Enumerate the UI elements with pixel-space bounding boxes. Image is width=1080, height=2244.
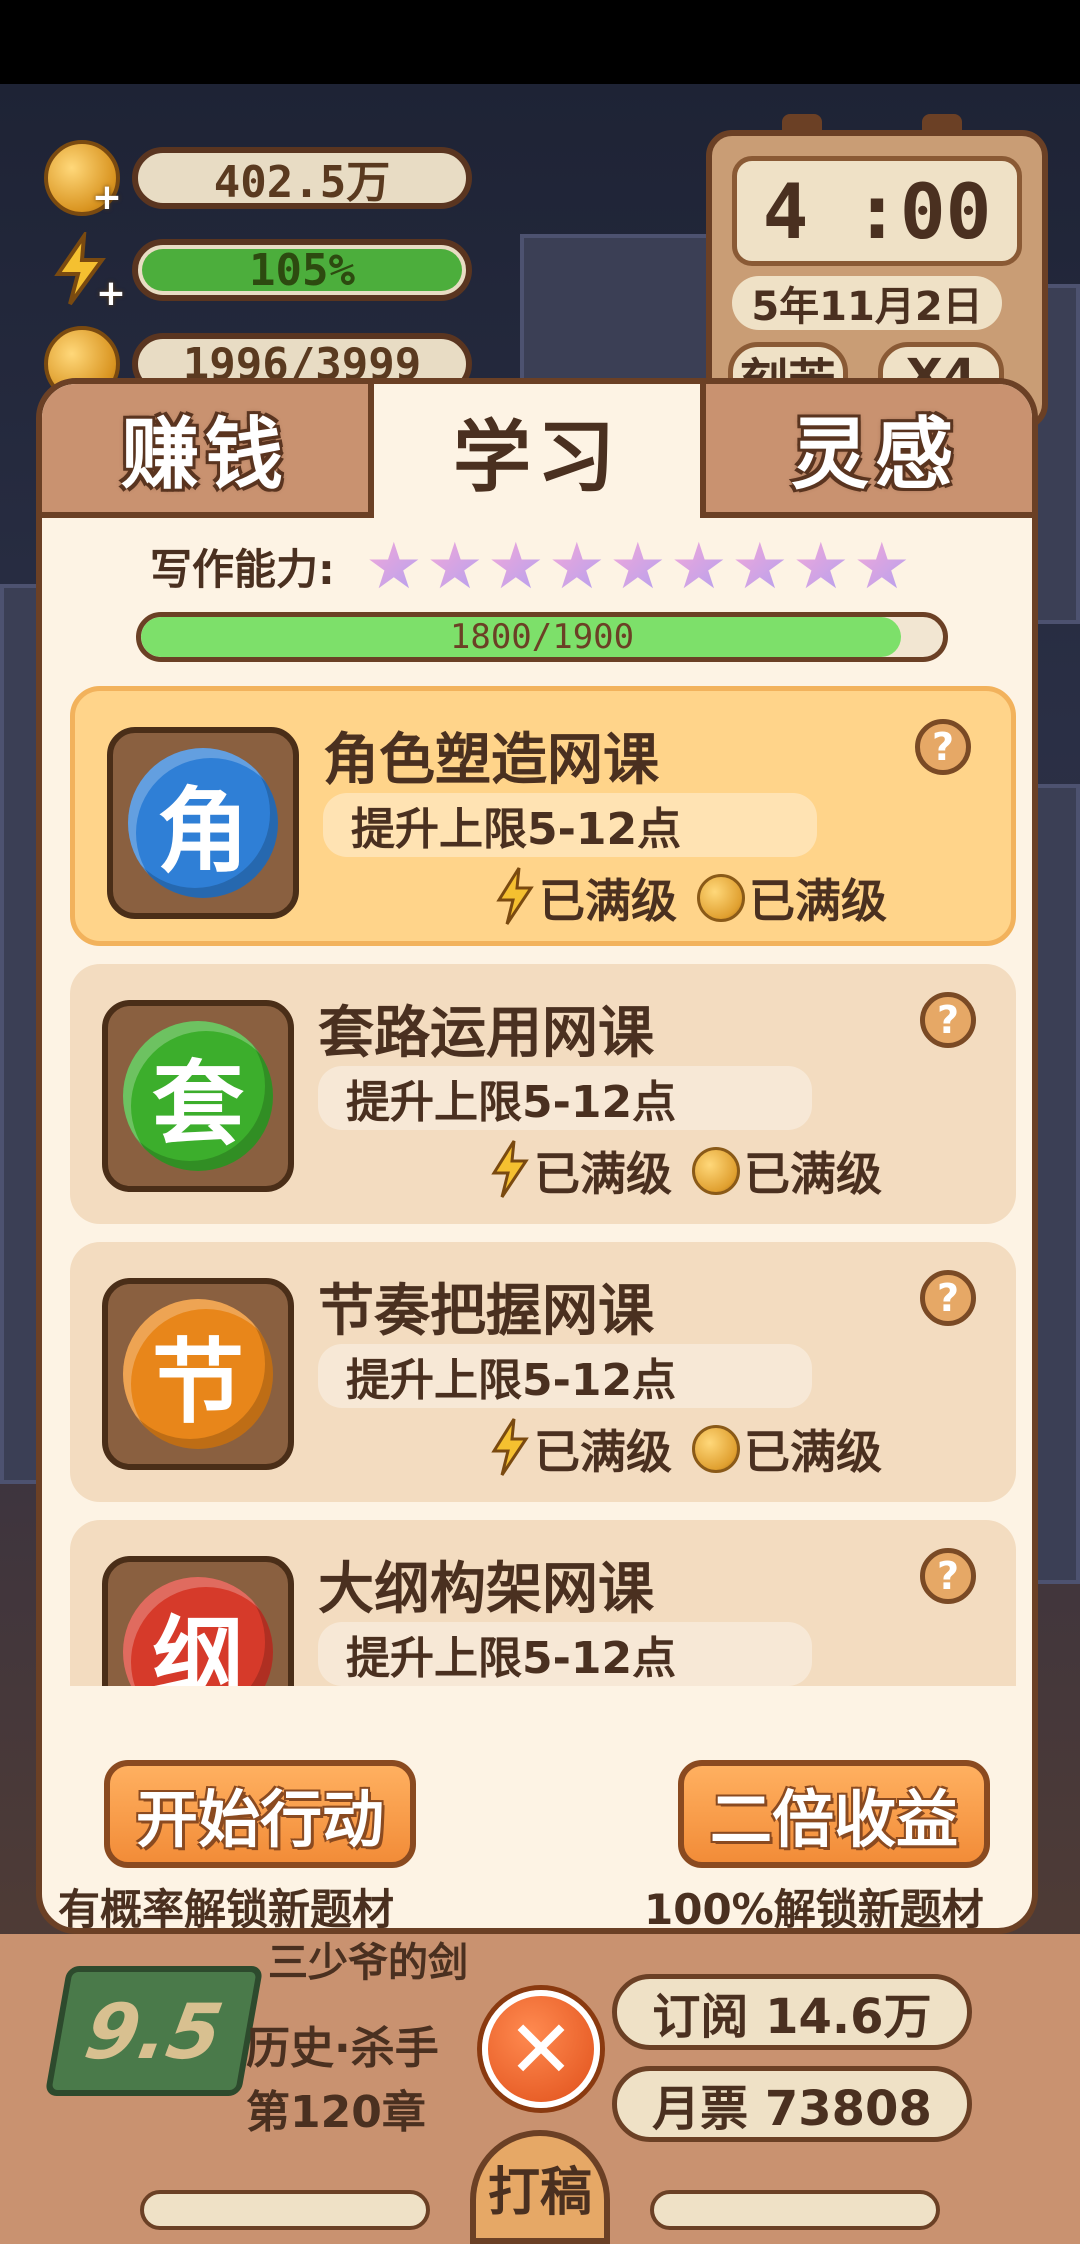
energy-status: 已满级: [534, 1147, 672, 1201]
energy-value: 105%: [142, 245, 462, 296]
coins-value: 402.5万: [132, 147, 472, 209]
novel-title: 三少爷的剑: [268, 1940, 468, 1986]
coin-status: 已满级: [744, 1425, 882, 1479]
novel-chapter: 第120章: [246, 2087, 426, 2138]
course-card[interactable]: 角 角色塑造网课 提升上限5-12点 已满级 已满级 ?: [70, 686, 1016, 946]
close-icon[interactable]: ✕: [482, 1990, 600, 2108]
course-icon: 节: [102, 1278, 294, 1470]
lightning-icon: [495, 866, 539, 930]
star-icon: ★: [426, 529, 484, 604]
tab-bar: 赚钱 学习 灵感: [42, 384, 1032, 518]
novel-rating-book: 9.5: [44, 1966, 264, 2096]
lightning-icon: +: [44, 228, 126, 314]
help-icon[interactable]: ?: [920, 992, 976, 1048]
coin-status: 已满级: [749, 874, 887, 928]
coin-icon: [692, 1425, 740, 1473]
coin-status: 已满级: [744, 1147, 882, 1201]
course-icon: 套: [102, 1000, 294, 1192]
course-card[interactable]: 节 节奏把握网课 提升上限5-12点 已满级 已满级 ?: [70, 1242, 1016, 1502]
course-description: 提升上限5-12点: [318, 1622, 812, 1686]
star-icon: ★: [548, 529, 606, 604]
double-reward-button[interactable]: 二倍收益: [678, 1760, 990, 1868]
skill-progress-bar: 1800/1900: [136, 612, 948, 662]
clock-time: 4 :00: [732, 156, 1022, 266]
coin-icon: [697, 874, 745, 922]
course-title: 大纲构架网课: [318, 1557, 654, 1622]
star-icon: ★: [853, 529, 911, 604]
novel-genre: 历史·杀手: [246, 2023, 439, 2074]
energy-bar: 105%: [132, 239, 472, 301]
start-action-hint: 有概率解锁新题材: [58, 1885, 395, 1934]
coin-icon: [692, 1147, 740, 1195]
energy-resource[interactable]: + 105%: [44, 228, 472, 314]
clock-bells: [782, 114, 982, 136]
lightning-icon: [490, 1139, 534, 1203]
energy-status: 已满级: [539, 874, 677, 928]
star-icon: ★: [670, 529, 728, 604]
writing-skill-label: 写作能力:: [150, 545, 335, 594]
course-icon-glyph: 角: [128, 748, 278, 898]
bottom-bar-right: [650, 2190, 940, 2230]
help-icon[interactable]: ?: [920, 1548, 976, 1604]
tab-earn-money[interactable]: 赚钱: [42, 384, 374, 518]
course-icon: 纲: [102, 1556, 294, 1686]
tab-inspiration[interactable]: 灵感: [700, 384, 1032, 518]
skill-progress-text: 1800/1900: [449, 617, 635, 657]
tab-study[interactable]: 学习: [374, 384, 700, 518]
star-icon: ★: [487, 529, 545, 604]
course-status: 已满级 已满级: [490, 1416, 902, 1482]
writing-skill: 写作能力: ★ ★ ★ ★ ★ ★ ★ ★ ★: [150, 529, 914, 604]
course-card[interactable]: 套 套路运用网课 提升上限5-12点 已满级 已满级 ?: [70, 964, 1016, 1224]
building: [0, 584, 40, 1484]
star-icon: ★: [792, 529, 850, 604]
start-action-button[interactable]: 开始行动: [104, 1760, 416, 1868]
course-card[interactable]: 纲 大纲构架网课 提升上限5-12点 ?: [70, 1520, 1016, 1686]
course-title: 角色塑造网课: [323, 728, 659, 793]
help-icon[interactable]: ?: [920, 1270, 976, 1326]
double-reward-hint: 100%解锁新题材: [644, 1885, 984, 1934]
course-status: 已满级 已满级: [490, 1138, 902, 1204]
course-icon-glyph: 纲: [123, 1577, 273, 1686]
help-icon[interactable]: ?: [915, 719, 971, 775]
course-icon-glyph: 节: [123, 1299, 273, 1449]
monthly-tickets-stat: 月票 73808: [612, 2066, 972, 2142]
course-description: 提升上限5-12点: [318, 1066, 812, 1130]
course-list[interactable]: 角 角色塑造网课 提升上限5-12点 已满级 已满级 ? 套 套路运用网课 提升…: [70, 686, 1016, 1686]
coins-resource[interactable]: + 402.5万: [44, 140, 472, 218]
lightning-icon: [490, 1417, 534, 1481]
subscriptions-stat: 订阅 14.6万: [612, 1974, 972, 2050]
energy-status: 已满级: [534, 1425, 672, 1479]
course-icon-glyph: 套: [123, 1021, 273, 1171]
course-status: 已满级 已满级: [495, 865, 907, 931]
star-icon: ★: [609, 529, 667, 604]
coin-icon: +: [44, 140, 122, 218]
course-title: 套路运用网课: [318, 1001, 654, 1066]
course-description: 提升上限5-12点: [318, 1344, 812, 1408]
course-description: 提升上限5-12点: [323, 793, 817, 857]
clock-date: 5年11月2日: [732, 276, 1002, 330]
course-icon: 角: [107, 727, 299, 919]
bottom-bar-left: [140, 2190, 430, 2230]
study-dialog: 赚钱 学习 灵感 写作能力: ★ ★ ★ ★ ★ ★ ★ ★ ★ 1800/1900 角 角色塑…: [36, 378, 1038, 1934]
course-title: 节奏把握网课: [318, 1279, 654, 1344]
skill-stars: ★ ★ ★ ★ ★ ★ ★ ★ ★: [365, 529, 914, 604]
star-icon: ★: [365, 529, 423, 604]
star-icon: ★: [731, 529, 789, 604]
